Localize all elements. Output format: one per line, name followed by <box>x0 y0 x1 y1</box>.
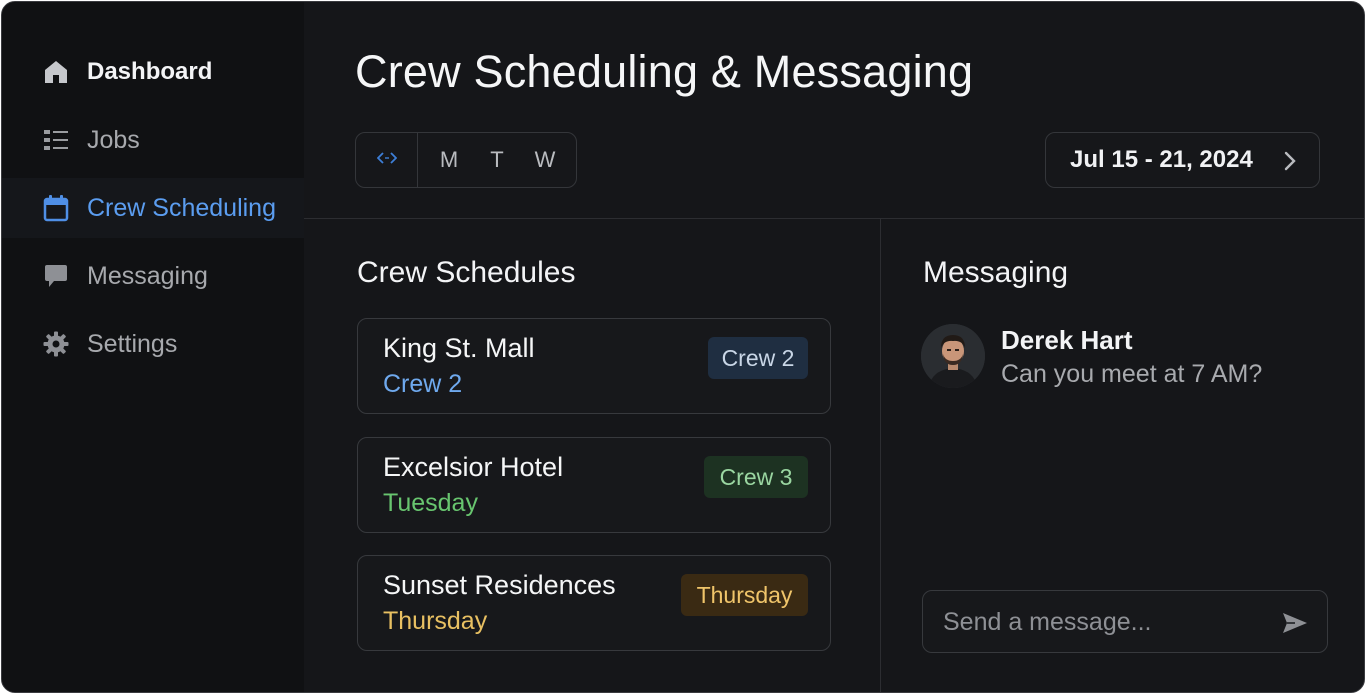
header-divider <box>304 218 1364 219</box>
job-name: Sunset Residences <box>383 570 616 600</box>
job-name: Excelsior Hotel <box>383 452 564 482</box>
sidebar: Dashboard Jobs Crew Scheduling Messaging… <box>2 2 304 692</box>
day-button-tuesday[interactable]: T <box>473 147 521 173</box>
gear-icon <box>42 330 70 358</box>
status-badge: Crew 2 <box>708 337 808 379</box>
code-icon <box>376 151 397 169</box>
schedule-card[interactable]: Excelsior Hotel Tuesday Crew 3 <box>357 437 831 533</box>
day-button-wednesday[interactable]: W <box>521 147 569 173</box>
sidebar-item-label: Messaging <box>87 261 208 290</box>
sidebar-item-settings[interactable]: Settings <box>2 314 304 374</box>
sidebar-item-messaging[interactable]: Messaging <box>2 246 304 306</box>
sidebar-item-label: Crew Scheduling <box>87 193 276 222</box>
day-selector: M T W <box>355 132 577 188</box>
date-range-label: Jul 15 - 21, 2024 <box>1070 146 1253 173</box>
sidebar-item-label: Jobs <box>87 125 140 154</box>
chat-bubble-icon <box>42 262 70 290</box>
job-subtitle: Tuesday <box>383 489 478 517</box>
page-title: Crew Scheduling & Messaging <box>355 46 974 97</box>
date-range-button[interactable]: Jul 15 - 21, 2024 <box>1045 132 1320 188</box>
schedules-title: Crew Schedules <box>357 256 576 289</box>
panel-divider <box>880 219 881 692</box>
sidebar-item-jobs[interactable]: Jobs <box>2 110 304 170</box>
schedule-card[interactable]: Sunset Residences Thursday Thursday <box>357 555 831 651</box>
job-name: King St. Mall <box>383 333 535 363</box>
app-window: Dashboard Jobs Crew Scheduling Messaging… <box>1 1 1365 693</box>
sidebar-item-dashboard[interactable]: Dashboard <box>2 42 304 102</box>
message-input[interactable] <box>943 603 1263 641</box>
message-preview: Can you meet at 7 AM? <box>1001 360 1263 388</box>
job-subtitle: Crew 2 <box>383 370 463 398</box>
avatar[interactable] <box>921 324 985 388</box>
chevron-right-icon <box>1283 150 1297 179</box>
schedule-card[interactable]: King St. Mall Crew 2 Crew 2 <box>357 318 831 414</box>
messaging-title: Messaging <box>923 256 1069 289</box>
job-subtitle: Thursday <box>383 607 488 635</box>
status-badge: Crew 3 <box>704 456 808 498</box>
send-icon[interactable] <box>1281 609 1309 637</box>
day-button-monday[interactable]: M <box>425 147 473 173</box>
list-icon <box>42 126 70 154</box>
sidebar-item-label: Dashboard <box>87 58 213 85</box>
status-badge: Thursday <box>681 574 808 616</box>
sidebar-item-label: Settings <box>87 329 178 358</box>
message-composer <box>922 590 1328 653</box>
calendar-icon <box>42 194 70 222</box>
sidebar-item-crew-scheduling[interactable]: Crew Scheduling <box>2 178 304 238</box>
message-sender: Derek Hart <box>1001 325 1133 355</box>
code-toggle-button[interactable] <box>356 133 418 187</box>
home-icon <box>42 58 70 86</box>
